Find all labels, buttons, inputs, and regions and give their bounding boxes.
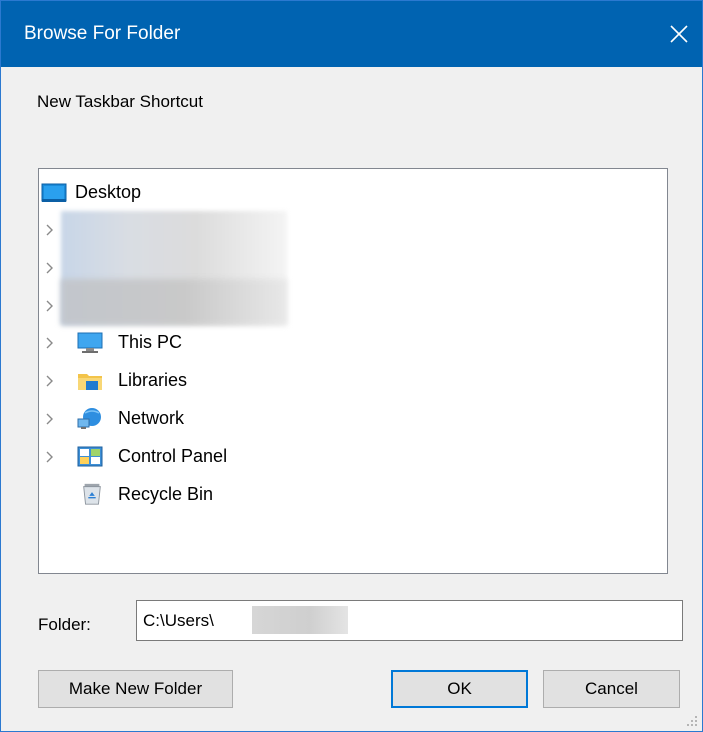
- tree-item-label: Desktop: [75, 182, 142, 202]
- tree-item-label: This PC: [118, 332, 183, 352]
- redacted-area: [252, 606, 348, 634]
- tree-item-label: Control Panel: [118, 446, 228, 466]
- chevron-right-icon: [46, 262, 53, 274]
- close-icon: [670, 25, 688, 43]
- browse-for-folder-dialog: Browse For Folder New Taskbar Shortcut D…: [0, 0, 703, 732]
- computer-icon: [77, 332, 103, 353]
- title-bar: Browse For Folder: [1, 1, 702, 67]
- tree-item-desktop[interactable]: Desktop: [39, 177, 439, 209]
- make-new-folder-button[interactable]: Make New Folder: [38, 670, 233, 708]
- tree-item-network[interactable]: Network: [39, 403, 439, 435]
- folder-path-input[interactable]: [136, 600, 683, 641]
- tree-item-label: Network: [118, 408, 185, 428]
- desktop-icon: [41, 183, 67, 202]
- tree-item-control-panel[interactable]: Control Panel: [39, 441, 439, 473]
- tree-item-this-pc[interactable]: This PC: [39, 327, 439, 359]
- recycle-bin-icon: [83, 483, 101, 505]
- chevron-right-icon: [46, 337, 53, 349]
- chevron-right-icon: [46, 375, 53, 387]
- window-title: Browse For Folder: [24, 23, 181, 44]
- network-icon: [77, 408, 101, 429]
- redacted-area: [61, 279, 287, 325]
- folder-tree[interactable]: Desktop This PC Libraries Network Contro…: [38, 168, 668, 574]
- ok-button[interactable]: OK: [391, 670, 528, 708]
- close-button[interactable]: [656, 1, 702, 67]
- tree-item-label: Recycle Bin: [118, 484, 214, 504]
- tree-item-recycle-bin[interactable]: Recycle Bin: [39, 479, 439, 511]
- chevron-right-icon: [46, 300, 53, 312]
- tree-item-libraries[interactable]: Libraries: [39, 365, 439, 397]
- dialog-prompt: New Taskbar Shortcut: [37, 92, 203, 111]
- libraries-icon: [78, 374, 102, 390]
- cancel-button[interactable]: Cancel: [543, 670, 680, 708]
- chevron-right-icon: [46, 224, 53, 236]
- folder-label: Folder:: [38, 615, 91, 634]
- resize-grip-icon[interactable]: [686, 715, 698, 727]
- control-panel-icon: [77, 446, 103, 467]
- tree-item-label: Libraries: [118, 370, 188, 390]
- chevron-right-icon: [46, 413, 53, 425]
- chevron-right-icon: [46, 451, 53, 463]
